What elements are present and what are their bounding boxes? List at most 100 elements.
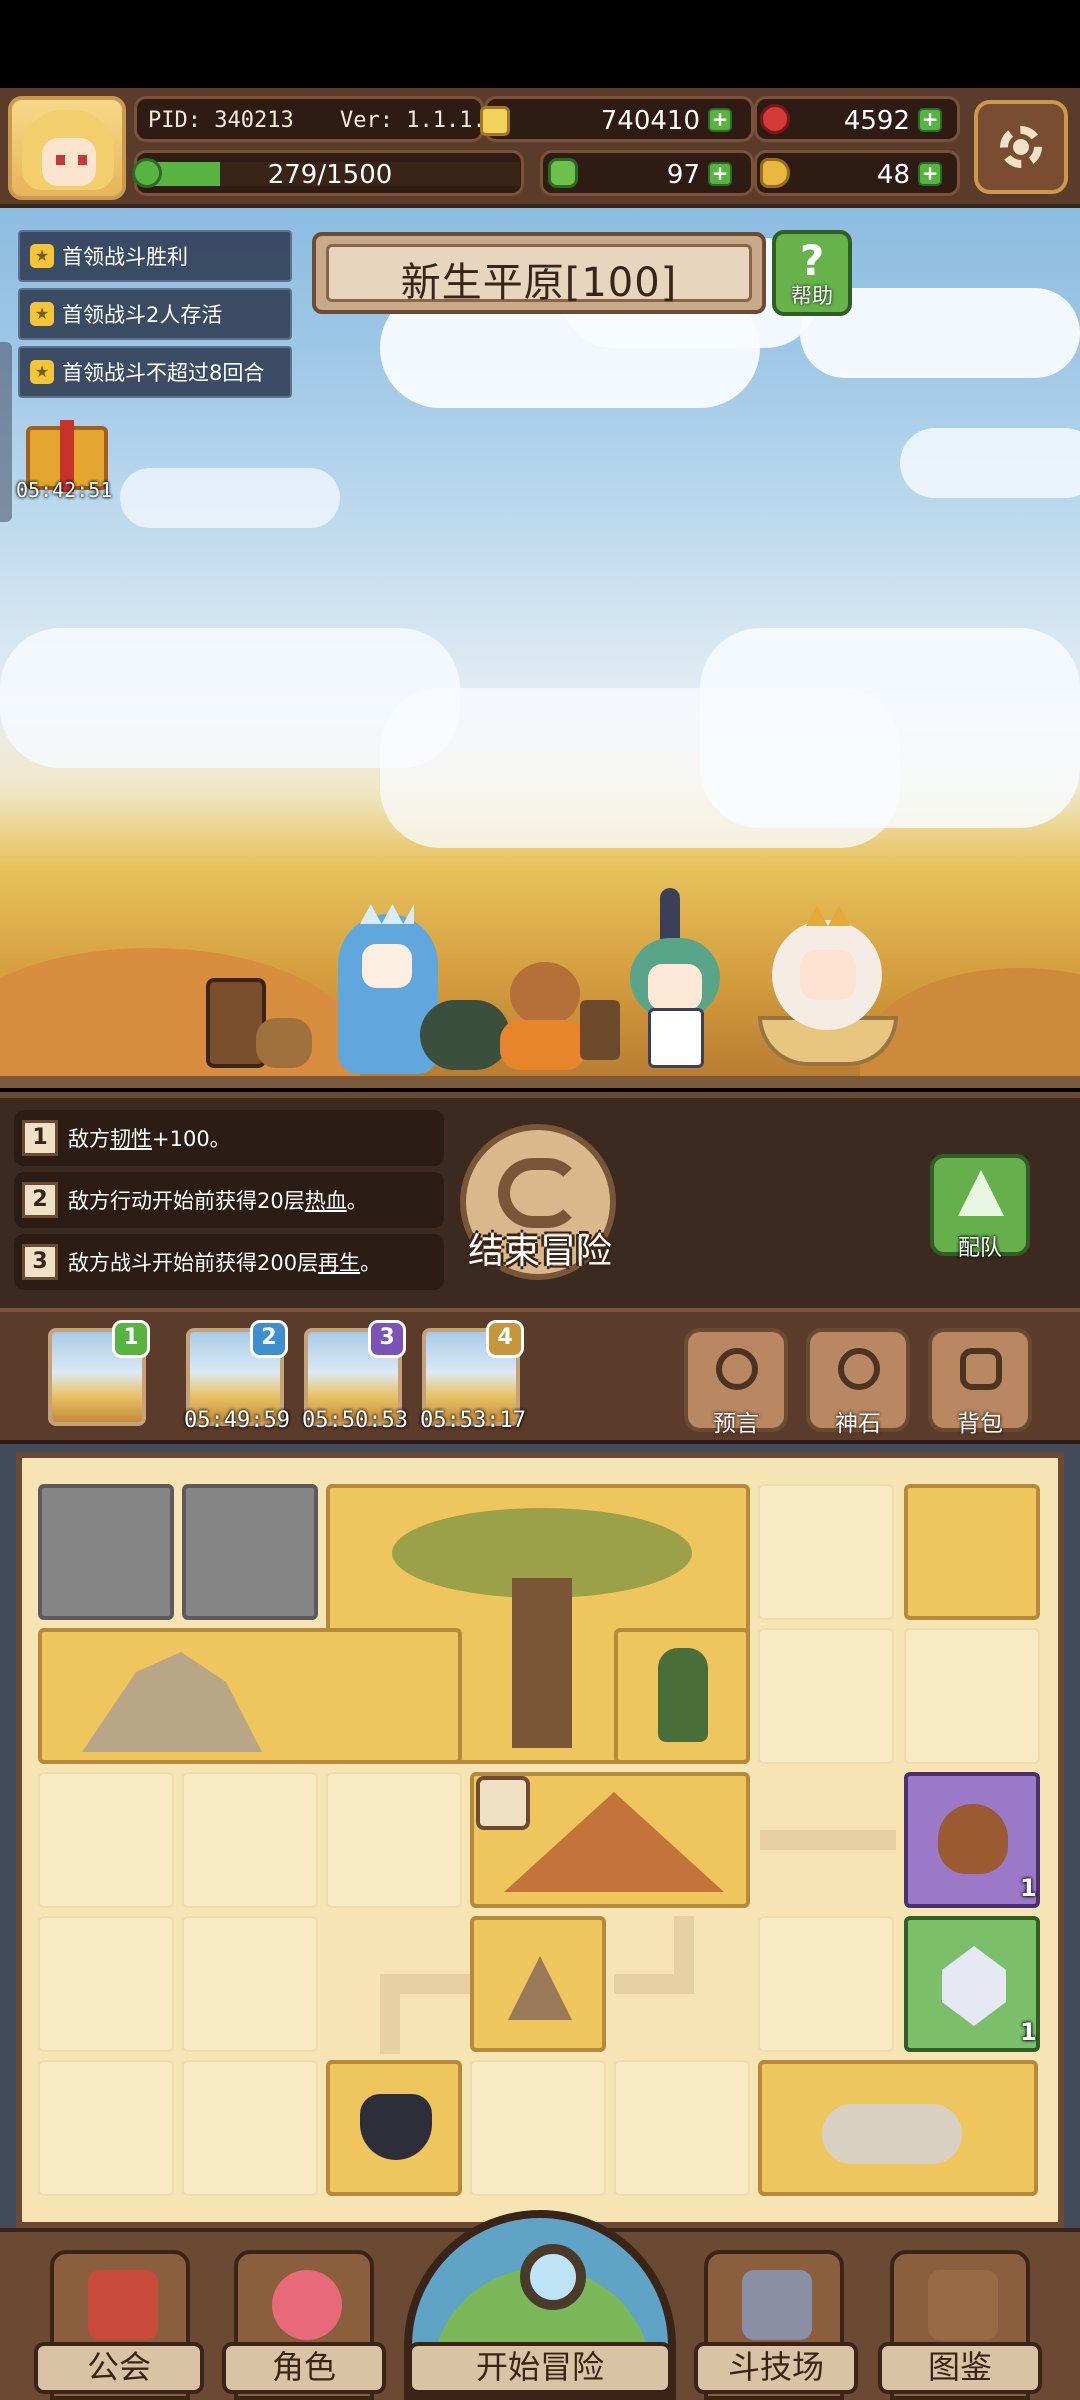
nav-start-label: 开始冒险 [408, 2342, 672, 2394]
key-amount: 48 [876, 160, 910, 190]
bunny-girl-character [620, 888, 730, 1078]
card-timer: 05:49:59 [184, 1408, 290, 1433]
card-badge: 4 [486, 1320, 524, 1358]
nav-arena-label: 斗技场 [694, 2342, 858, 2394]
game-version: Ver: 1.1.1.6 [340, 108, 499, 133]
quest-item[interactable]: ★ 首领战斗2人存活 [18, 288, 292, 340]
guild-hall-icon [88, 2270, 158, 2340]
crystal-count: 1 [1020, 2018, 1037, 2046]
card-badge: 2 [250, 1320, 288, 1358]
quest-item[interactable]: ★ 首领战斗不超过8回合 [18, 346, 292, 398]
character-icon [272, 2270, 342, 2340]
map-tile[interactable] [904, 1628, 1040, 1764]
gem-amount: 4592 [843, 106, 910, 136]
backpack-icon [960, 1348, 1002, 1390]
map-tile[interactable] [38, 1916, 174, 2052]
clover-icon [548, 158, 578, 188]
buff-number: 2 [22, 1182, 58, 1218]
map-tile[interactable] [182, 1772, 318, 1908]
map-tile[interactable] [904, 1484, 1040, 1620]
settings-button[interactable] [974, 100, 1068, 194]
map-tile-skull[interactable] [758, 2060, 1038, 2196]
gold-amount: 740410 [600, 106, 700, 136]
quest-label: 首领战斗不超过8回合 [62, 361, 265, 385]
buff-text: 敌方行动开始前获得20层 [68, 1189, 305, 1213]
side-panel-handle[interactable] [0, 342, 12, 522]
gift-timer: 05:42:51 [16, 478, 113, 502]
backpack-label: 背包 [957, 1411, 1003, 1437]
map-tile[interactable] [614, 2060, 750, 2196]
bag-count: 1 [1020, 1874, 1037, 1902]
stamina-amount: 279/1500 [267, 160, 393, 190]
nav-role-label: 角色 [222, 2342, 386, 2394]
map-tile-player[interactable] [614, 1628, 750, 1764]
monkey-drummer-character [500, 960, 630, 1080]
card-timer: 05:53:17 [420, 1408, 526, 1433]
map-tile-locked[interactable] [182, 1484, 318, 1620]
card-row [0, 1308, 1080, 1444]
stamina-icon [132, 158, 162, 188]
player-avatar[interactable] [8, 96, 126, 200]
crystal-ball-icon [716, 1348, 758, 1390]
quest-label: 首领战斗2人存活 [62, 303, 223, 327]
map-tile[interactable] [182, 1916, 318, 2052]
map-tile[interactable] [182, 2060, 318, 2196]
campfire-icon [508, 1956, 572, 2020]
map-tile-campfire[interactable] [470, 1916, 606, 2052]
book-icon [928, 2270, 998, 2340]
top-hud: PID: 340213 Ver: 1.1.1.6 740410 + 4592 +… [0, 88, 1080, 208]
buff-text: 敌方战斗开始前获得200层 [68, 1251, 319, 1275]
map-tile[interactable] [758, 1628, 894, 1764]
map-tile-cauldron[interactable] [326, 2060, 462, 2196]
buff-keyword[interactable]: 热血 [305, 1185, 347, 1215]
map-tile[interactable] [326, 1772, 462, 1908]
buff-keyword[interactable]: 韧性 [110, 1123, 152, 1153]
enemy-buff-row[interactable]: 2 敌方行动开始前获得20层 热血。 [14, 1172, 444, 1228]
event-marker-icon[interactable] [476, 1776, 530, 1830]
prophecy-label: 预言 [713, 1411, 759, 1437]
buff-number: 3 [22, 1244, 58, 1280]
add-gold-button[interactable]: + [708, 108, 732, 132]
crossed-swords-icon [742, 2270, 812, 2340]
key-icon [760, 158, 790, 188]
return-arrow-icon [498, 1158, 582, 1228]
enemy-buff-row[interactable]: 3 敌方战斗开始前获得200层 再生。 [14, 1234, 444, 1290]
team-icon [958, 1170, 1004, 1216]
stage-banner: 新生平原[100] [312, 232, 766, 314]
question-icon: ? [799, 236, 825, 285]
star-icon: ★ [30, 244, 54, 268]
gold-coin-icon [480, 106, 510, 136]
help-button[interactable]: ? 帮助 [772, 230, 852, 316]
hut-icon [504, 1792, 724, 1892]
buff-number: 1 [22, 1120, 58, 1156]
map-tile[interactable] [758, 1916, 894, 2052]
cauldron-icon [360, 2094, 432, 2160]
buff-text: +100。 [152, 1127, 231, 1151]
team-setup-label: 配队 [957, 1236, 1002, 1261]
status-bar [0, 0, 1080, 88]
barrel-creature [196, 968, 316, 1078]
map-tile-ruins[interactable] [38, 1628, 462, 1764]
map-tile[interactable] [470, 2060, 606, 2196]
buff-text: 。 [360, 1251, 382, 1275]
star-icon: ★ [30, 302, 54, 326]
player-marker-icon [658, 1648, 708, 1742]
crystal-icon [942, 1946, 1006, 2026]
shell-princess-character [748, 906, 908, 1076]
buff-text: 。 [346, 1189, 368, 1213]
quest-item[interactable]: ★ 首领战斗胜利 [18, 230, 292, 282]
buff-text: 敌方 [68, 1127, 110, 1151]
add-key-button[interactable]: + [918, 162, 942, 186]
map-tile[interactable] [758, 1484, 894, 1620]
map-tile-locked[interactable] [38, 1484, 174, 1620]
buff-keyword[interactable]: 再生 [318, 1247, 360, 1277]
stage-title: 新生平原[100] [400, 260, 678, 306]
skull-icon [822, 2104, 962, 2164]
map-tile[interactable] [38, 2060, 174, 2196]
add-gem-button[interactable]: + [918, 108, 942, 132]
map-tile[interactable] [38, 1772, 174, 1908]
enemy-buff-row[interactable]: 1 敌方 韧性 +100。 [14, 1110, 444, 1166]
add-clover-button[interactable]: + [708, 162, 732, 186]
map-path [674, 1916, 694, 1994]
quest-label: 首领战斗胜利 [62, 245, 188, 269]
